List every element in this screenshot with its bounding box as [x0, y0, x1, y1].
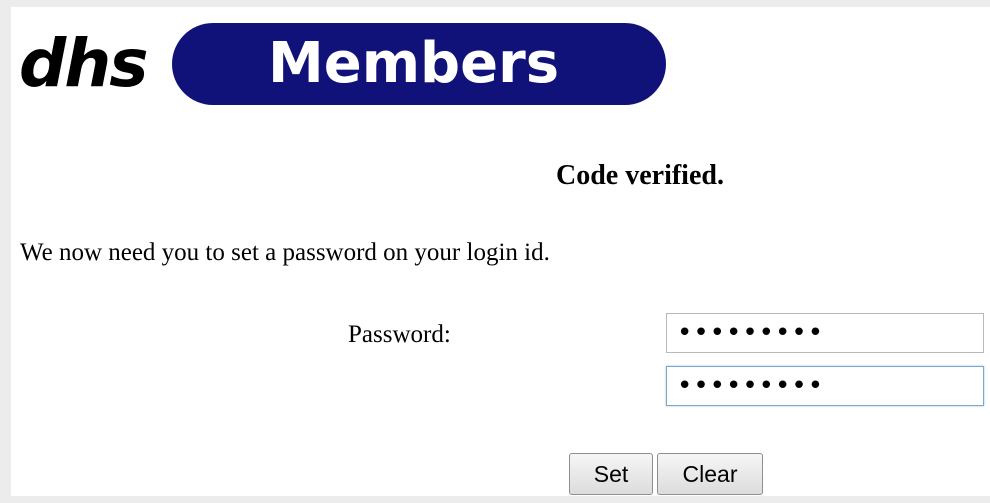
confirm-password-field[interactable] [666, 366, 984, 406]
window-frame-bottom [0, 496, 990, 503]
clear-button[interactable]: Clear [657, 453, 763, 495]
password-label: Password: [348, 321, 451, 348]
password-field[interactable] [666, 313, 984, 353]
set-button[interactable]: Set [569, 453, 653, 495]
members-banner-text: Members [268, 31, 560, 96]
window-frame-left [0, 0, 11, 503]
dhs-logo: dhs [19, 25, 149, 102]
window-frame-top [0, 0, 990, 7]
page-heading: Code verified. [556, 160, 724, 191]
instruction-text: We now need you to set a password on you… [20, 239, 550, 266]
